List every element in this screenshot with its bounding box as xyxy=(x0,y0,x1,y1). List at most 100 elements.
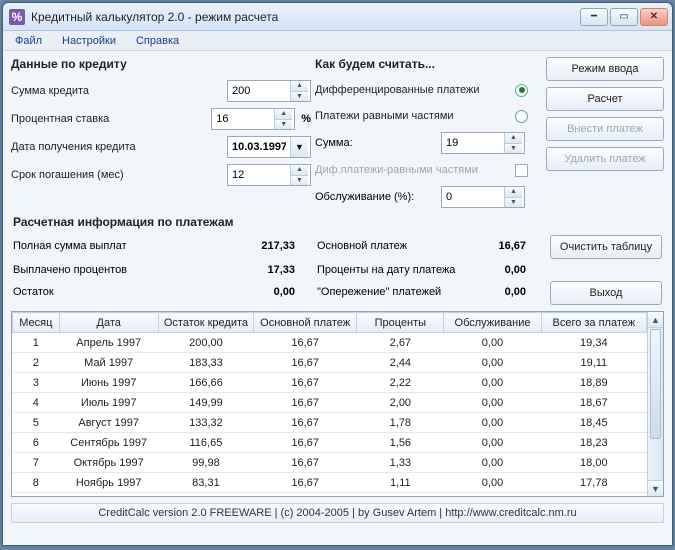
ahead-label: "Опережение" платежей xyxy=(317,286,474,298)
table-cell: 166,66 xyxy=(158,373,253,393)
radio-equal-dot[interactable] xyxy=(515,110,528,123)
col-header[interactable]: Всего за платеж xyxy=(541,313,646,333)
sum-field[interactable] xyxy=(228,81,290,101)
mode-button[interactable]: Режим ввода xyxy=(546,57,664,81)
scroll-thumb[interactable] xyxy=(650,329,661,439)
table-row[interactable]: 8Ноябрь 199783,3116,671,110,0017,78 xyxy=(13,473,647,493)
midsum-field[interactable] xyxy=(442,133,504,153)
table-cell: Июль 1997 xyxy=(59,393,158,413)
delete-pay-button[interactable]: Удалить платеж xyxy=(546,147,664,171)
rate-unit: % xyxy=(301,113,311,125)
content: Данные по кредиту Сумма кредита ▲▼ Проце… xyxy=(3,51,672,545)
table-cell: Сентябрь 1997 xyxy=(59,433,158,453)
clear-button[interactable]: Очистить таблицу xyxy=(550,235,662,259)
table-cell: 3 xyxy=(13,373,60,393)
radio-equal-label: Платежи равными частями xyxy=(315,110,454,122)
term-up-icon[interactable]: ▲ xyxy=(290,165,308,175)
table-row[interactable]: 3Июнь 1997166,6616,672,220,0018,89 xyxy=(13,373,647,393)
payments-table: МесяцДатаОстаток кредитаОсновной платежП… xyxy=(11,311,664,497)
table-row[interactable]: 2Май 1997183,3316,672,440,0019,11 xyxy=(13,353,647,373)
credit-data-heading: Данные по кредиту xyxy=(11,57,311,71)
table-row[interactable]: 6Сентябрь 1997116,6516,671,560,0018,23 xyxy=(13,433,647,453)
calc-heading: Как будем считать... xyxy=(315,57,542,71)
table-row[interactable]: 7Октябрь 199799,9816,671,330,0018,00 xyxy=(13,453,647,473)
scrollbar[interactable]: ▲ ▼ xyxy=(647,312,663,496)
minimize-button[interactable]: ━ xyxy=(580,8,608,26)
scroll-up-icon[interactable]: ▲ xyxy=(648,312,663,328)
table-cell: 18,23 xyxy=(541,433,646,453)
diffeq-option: Диф.платежи-равными частями xyxy=(315,157,542,183)
midsum-input[interactable]: ▲▼ xyxy=(441,132,525,154)
service-up-icon[interactable]: ▲ xyxy=(504,187,522,197)
table-cell: 19,11 xyxy=(541,353,646,373)
rate-up-icon[interactable]: ▲ xyxy=(274,109,292,119)
col-header[interactable]: Проценты xyxy=(357,313,444,333)
col-header[interactable]: Остаток кредита xyxy=(158,313,253,333)
table-cell: 2 xyxy=(13,353,60,373)
midsum-down-icon[interactable]: ▼ xyxy=(504,143,522,153)
menu-help[interactable]: Справка xyxy=(130,33,185,49)
col-header[interactable]: Дата xyxy=(59,313,158,333)
table-cell: 16,67 xyxy=(254,373,357,393)
menu-file[interactable]: Файл xyxy=(9,33,48,49)
col-header[interactable]: Обслуживание xyxy=(444,313,541,333)
table-cell: 116,65 xyxy=(158,433,253,453)
table-cell: 5 xyxy=(13,413,60,433)
info-panel: Расчетная информация по платежам Полная … xyxy=(3,211,672,309)
maximize-button[interactable]: ▭ xyxy=(610,8,638,26)
table-cell: 16,67 xyxy=(254,473,357,493)
midsum-up-icon[interactable]: ▲ xyxy=(504,133,522,143)
radio-diff-dot[interactable] xyxy=(515,84,528,97)
scroll-down-icon[interactable]: ▼ xyxy=(648,480,663,496)
table-cell: 1,11 xyxy=(357,473,444,493)
date-field[interactable] xyxy=(228,137,290,157)
table-cell: 2,00 xyxy=(357,393,444,413)
pay-button[interactable]: Внести платеж xyxy=(546,117,664,141)
table-cell: 183,33 xyxy=(158,353,253,373)
date-input[interactable]: ▼ xyxy=(227,136,311,158)
rate-input[interactable]: ▲▼ xyxy=(211,108,295,130)
close-button[interactable]: ✕ xyxy=(640,8,668,26)
col-header[interactable]: Месяц xyxy=(13,313,60,333)
table-cell: 0,00 xyxy=(444,453,541,473)
sum-input[interactable]: ▲▼ xyxy=(227,80,311,102)
radio-diff[interactable]: Дифференцированные платежи xyxy=(315,77,542,103)
table-cell: 2,67 xyxy=(357,333,444,353)
diffeq-checkbox[interactable] xyxy=(515,164,528,177)
table-row[interactable]: 4Июль 1997149,9916,672,000,0018,67 xyxy=(13,393,647,413)
service-down-icon[interactable]: ▼ xyxy=(504,197,522,207)
menu-settings[interactable]: Настройки xyxy=(56,33,122,49)
calc-button[interactable]: Расчет xyxy=(546,87,664,111)
percent-value: 0,00 xyxy=(474,264,544,276)
service-input[interactable]: ▲▼ xyxy=(441,186,525,208)
table-cell: Апрель 1997 xyxy=(59,333,158,353)
term-input[interactable]: ▲▼ xyxy=(227,164,311,186)
date-dropdown-icon[interactable]: ▼ xyxy=(290,137,308,157)
table-cell: 200,00 xyxy=(158,333,253,353)
credit-data-panel: Данные по кредиту Сумма кредита ▲▼ Проце… xyxy=(11,55,311,211)
radio-equal[interactable]: Платежи равными частями xyxy=(315,103,542,129)
info-heading: Расчетная информация по платежам xyxy=(13,215,544,229)
service-field[interactable] xyxy=(442,187,504,207)
col-header[interactable]: Основной платеж xyxy=(254,313,357,333)
rate-field[interactable] xyxy=(212,109,274,129)
table-cell: Май 1997 xyxy=(59,353,158,373)
rest-value: 0,00 xyxy=(243,286,313,298)
rate-down-icon[interactable]: ▼ xyxy=(274,119,292,129)
table-row[interactable]: 5Август 1997133,3216,671,780,0018,45 xyxy=(13,413,647,433)
table-cell: 0,00 xyxy=(444,413,541,433)
term-label: Срок погашения (мес) xyxy=(11,169,227,181)
table-cell: Октябрь 1997 xyxy=(59,453,158,473)
table-row[interactable]: 1Апрель 1997200,0016,672,670,0019,34 xyxy=(13,333,647,353)
sum-up-icon[interactable]: ▲ xyxy=(290,81,308,91)
table-cell: 1 xyxy=(13,333,60,353)
term-down-icon[interactable]: ▼ xyxy=(290,175,308,185)
sum-down-icon[interactable]: ▼ xyxy=(290,91,308,101)
window-title: Кредитный калькулятор 2.0 - режим расчет… xyxy=(31,10,580,24)
table-cell: 16,67 xyxy=(254,413,357,433)
titlebar[interactable]: % Кредитный калькулятор 2.0 - режим расч… xyxy=(3,3,672,31)
table-cell: 0,00 xyxy=(444,473,541,493)
exit-button[interactable]: Выход xyxy=(550,281,662,305)
table-cell: 0,00 xyxy=(444,333,541,353)
term-field[interactable] xyxy=(228,165,290,185)
